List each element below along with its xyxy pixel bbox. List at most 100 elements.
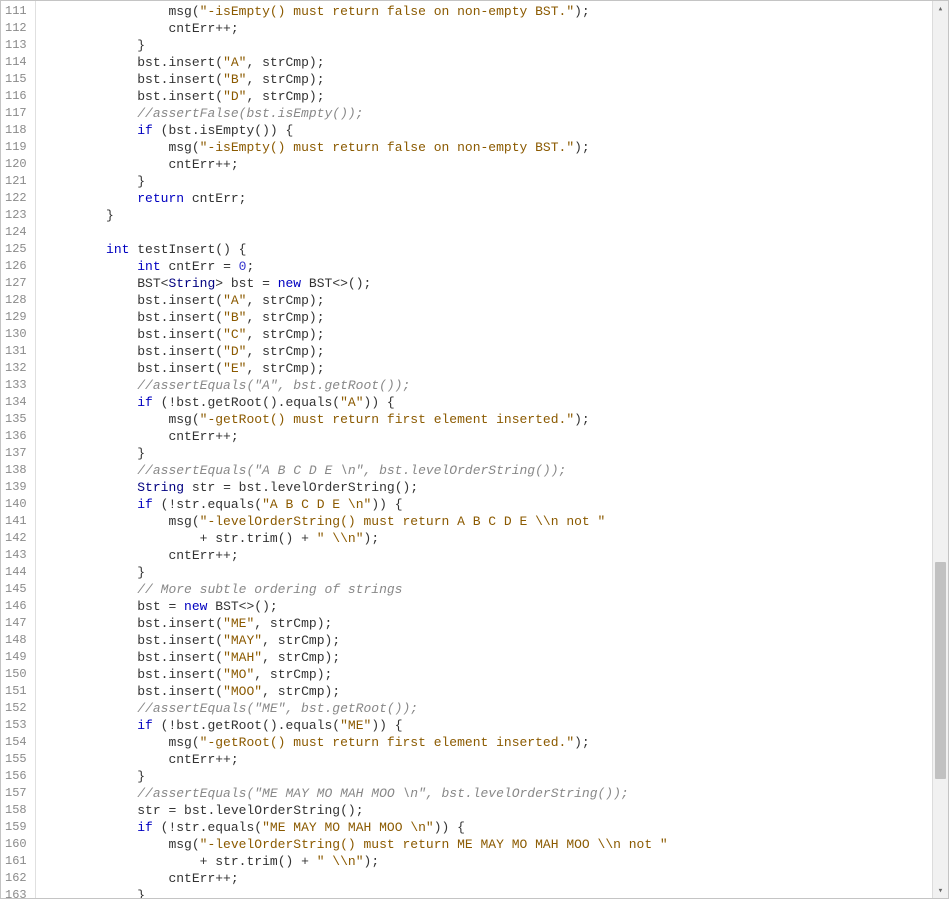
line-number[interactable]: 139 xyxy=(5,479,27,496)
code-line[interactable]: if (!str.equals("A B C D E \n")) { xyxy=(44,496,668,513)
code-line[interactable]: BST<String> bst = new BST<>(); xyxy=(44,275,668,292)
code-line[interactable]: bst.insert("A", strCmp); xyxy=(44,292,668,309)
editor-viewport[interactable]: 1111121131141151161171181191201211221231… xyxy=(1,1,933,898)
line-number[interactable]: 122 xyxy=(5,190,27,207)
line-number[interactable]: 126 xyxy=(5,258,27,275)
line-number[interactable]: 137 xyxy=(5,445,27,462)
code-line[interactable]: bst.insert("B", strCmp); xyxy=(44,71,668,88)
code-line[interactable]: //assertEquals("A", bst.getRoot()); xyxy=(44,377,668,394)
code-line[interactable]: int cntErr = 0; xyxy=(44,258,668,275)
code-line[interactable]: bst.insert("MAH", strCmp); xyxy=(44,649,668,666)
line-number[interactable]: 125 xyxy=(5,241,27,258)
code-line[interactable]: } xyxy=(44,564,668,581)
line-number[interactable]: 154 xyxy=(5,734,27,751)
code-line[interactable]: str = bst.levelOrderString(); xyxy=(44,802,668,819)
line-number[interactable]: 161 xyxy=(5,853,27,870)
code-line[interactable]: bst.insert("D", strCmp); xyxy=(44,88,668,105)
line-number[interactable]: 136 xyxy=(5,428,27,445)
code-line[interactable]: } xyxy=(44,887,668,898)
line-number[interactable]: 153 xyxy=(5,717,27,734)
line-number[interactable]: 158 xyxy=(5,802,27,819)
line-number[interactable]: 134 xyxy=(5,394,27,411)
code-line[interactable]: bst.insert("C", strCmp); xyxy=(44,326,668,343)
code-line[interactable]: //assertEquals("A B C D E \n", bst.level… xyxy=(44,462,668,479)
code-line[interactable]: msg("-getRoot() must return first elemen… xyxy=(44,411,668,428)
line-number[interactable]: 115 xyxy=(5,71,27,88)
code-line[interactable]: msg("-levelOrderString() must return A B… xyxy=(44,513,668,530)
code-line[interactable]: if (!bst.getRoot().equals("ME")) { xyxy=(44,717,668,734)
line-number[interactable]: 132 xyxy=(5,360,27,377)
line-number[interactable]: 118 xyxy=(5,122,27,139)
code-line[interactable]: //assertEquals("ME MAY MO MAH MOO \n", b… xyxy=(44,785,668,802)
line-number[interactable]: 145 xyxy=(5,581,27,598)
line-number[interactable]: 143 xyxy=(5,547,27,564)
line-number[interactable]: 149 xyxy=(5,649,27,666)
code-line[interactable]: + str.trim() + " \\n"); xyxy=(44,853,668,870)
code-line[interactable]: //assertEquals("ME", bst.getRoot()); xyxy=(44,700,668,717)
code-line[interactable]: cntErr++; xyxy=(44,870,668,887)
code-line[interactable]: } xyxy=(44,207,668,224)
line-number[interactable]: 124 xyxy=(5,224,27,241)
line-number[interactable]: 113 xyxy=(5,37,27,54)
code-line[interactable]: bst.insert("E", strCmp); xyxy=(44,360,668,377)
line-number[interactable]: 138 xyxy=(5,462,27,479)
line-number[interactable]: 157 xyxy=(5,785,27,802)
line-number[interactable]: 114 xyxy=(5,54,27,71)
line-number[interactable]: 123 xyxy=(5,207,27,224)
code-line[interactable]: bst.insert("MAY", strCmp); xyxy=(44,632,668,649)
vertical-scrollbar[interactable]: ▴ ▾ xyxy=(932,1,948,898)
line-number[interactable]: 162 xyxy=(5,870,27,887)
line-number[interactable]: 163 xyxy=(5,887,27,898)
code-line[interactable]: String str = bst.levelOrderString(); xyxy=(44,479,668,496)
line-number[interactable]: 159 xyxy=(5,819,27,836)
code-line[interactable]: msg("-getRoot() must return first elemen… xyxy=(44,734,668,751)
code-line[interactable]: } xyxy=(44,173,668,190)
code-line[interactable]: bst.insert("ME", strCmp); xyxy=(44,615,668,632)
code-line[interactable]: // More subtle ordering of strings xyxy=(44,581,668,598)
line-number[interactable]: 112 xyxy=(5,20,27,37)
line-number[interactable]: 141 xyxy=(5,513,27,530)
line-number[interactable]: 127 xyxy=(5,275,27,292)
line-number[interactable]: 142 xyxy=(5,530,27,547)
line-number[interactable]: 111 xyxy=(5,3,27,20)
code-line[interactable]: cntErr++; xyxy=(44,20,668,37)
code-line[interactable]: + str.trim() + " \\n"); xyxy=(44,530,668,547)
line-number[interactable]: 144 xyxy=(5,564,27,581)
line-number[interactable]: 148 xyxy=(5,632,27,649)
code-line[interactable]: cntErr++; xyxy=(44,156,668,173)
line-number[interactable]: 155 xyxy=(5,751,27,768)
line-number[interactable]: 152 xyxy=(5,700,27,717)
code-line[interactable]: if (!bst.getRoot().equals("A")) { xyxy=(44,394,668,411)
line-number[interactable]: 121 xyxy=(5,173,27,190)
scrollbar-track[interactable] xyxy=(933,16,948,883)
code-line[interactable]: bst.insert("D", strCmp); xyxy=(44,343,668,360)
code-line[interactable]: bst.insert("MOO", strCmp); xyxy=(44,683,668,700)
code-line[interactable]: } xyxy=(44,445,668,462)
code-line[interactable]: } xyxy=(44,37,668,54)
code-line[interactable]: if (bst.isEmpty()) { xyxy=(44,122,668,139)
line-number[interactable]: 116 xyxy=(5,88,27,105)
line-number[interactable]: 150 xyxy=(5,666,27,683)
line-number[interactable]: 128 xyxy=(5,292,27,309)
code-line[interactable]: bst = new BST<>(); xyxy=(44,598,668,615)
line-number[interactable]: 120 xyxy=(5,156,27,173)
line-number[interactable]: 119 xyxy=(5,139,27,156)
scroll-down-button[interactable]: ▾ xyxy=(933,883,948,898)
line-number[interactable]: 117 xyxy=(5,105,27,122)
line-number[interactable]: 131 xyxy=(5,343,27,360)
code-line[interactable]: int testInsert() { xyxy=(44,241,668,258)
code-line[interactable]: msg("-isEmpty() must return false on non… xyxy=(44,139,668,156)
code-line[interactable]: return cntErr; xyxy=(44,190,668,207)
code-line[interactable]: cntErr++; xyxy=(44,751,668,768)
code-line[interactable] xyxy=(44,224,668,241)
line-number[interactable]: 160 xyxy=(5,836,27,853)
line-number[interactable]: 129 xyxy=(5,309,27,326)
code-content[interactable]: msg("-isEmpty() must return false on non… xyxy=(36,1,668,898)
line-number[interactable]: 140 xyxy=(5,496,27,513)
code-line[interactable]: bst.insert("A", strCmp); xyxy=(44,54,668,71)
code-line[interactable]: bst.insert("MO", strCmp); xyxy=(44,666,668,683)
code-line[interactable]: if (!str.equals("ME MAY MO MAH MOO \n"))… xyxy=(44,819,668,836)
scrollbar-thumb[interactable] xyxy=(935,562,946,779)
code-line[interactable]: cntErr++; xyxy=(44,428,668,445)
line-number[interactable]: 135 xyxy=(5,411,27,428)
